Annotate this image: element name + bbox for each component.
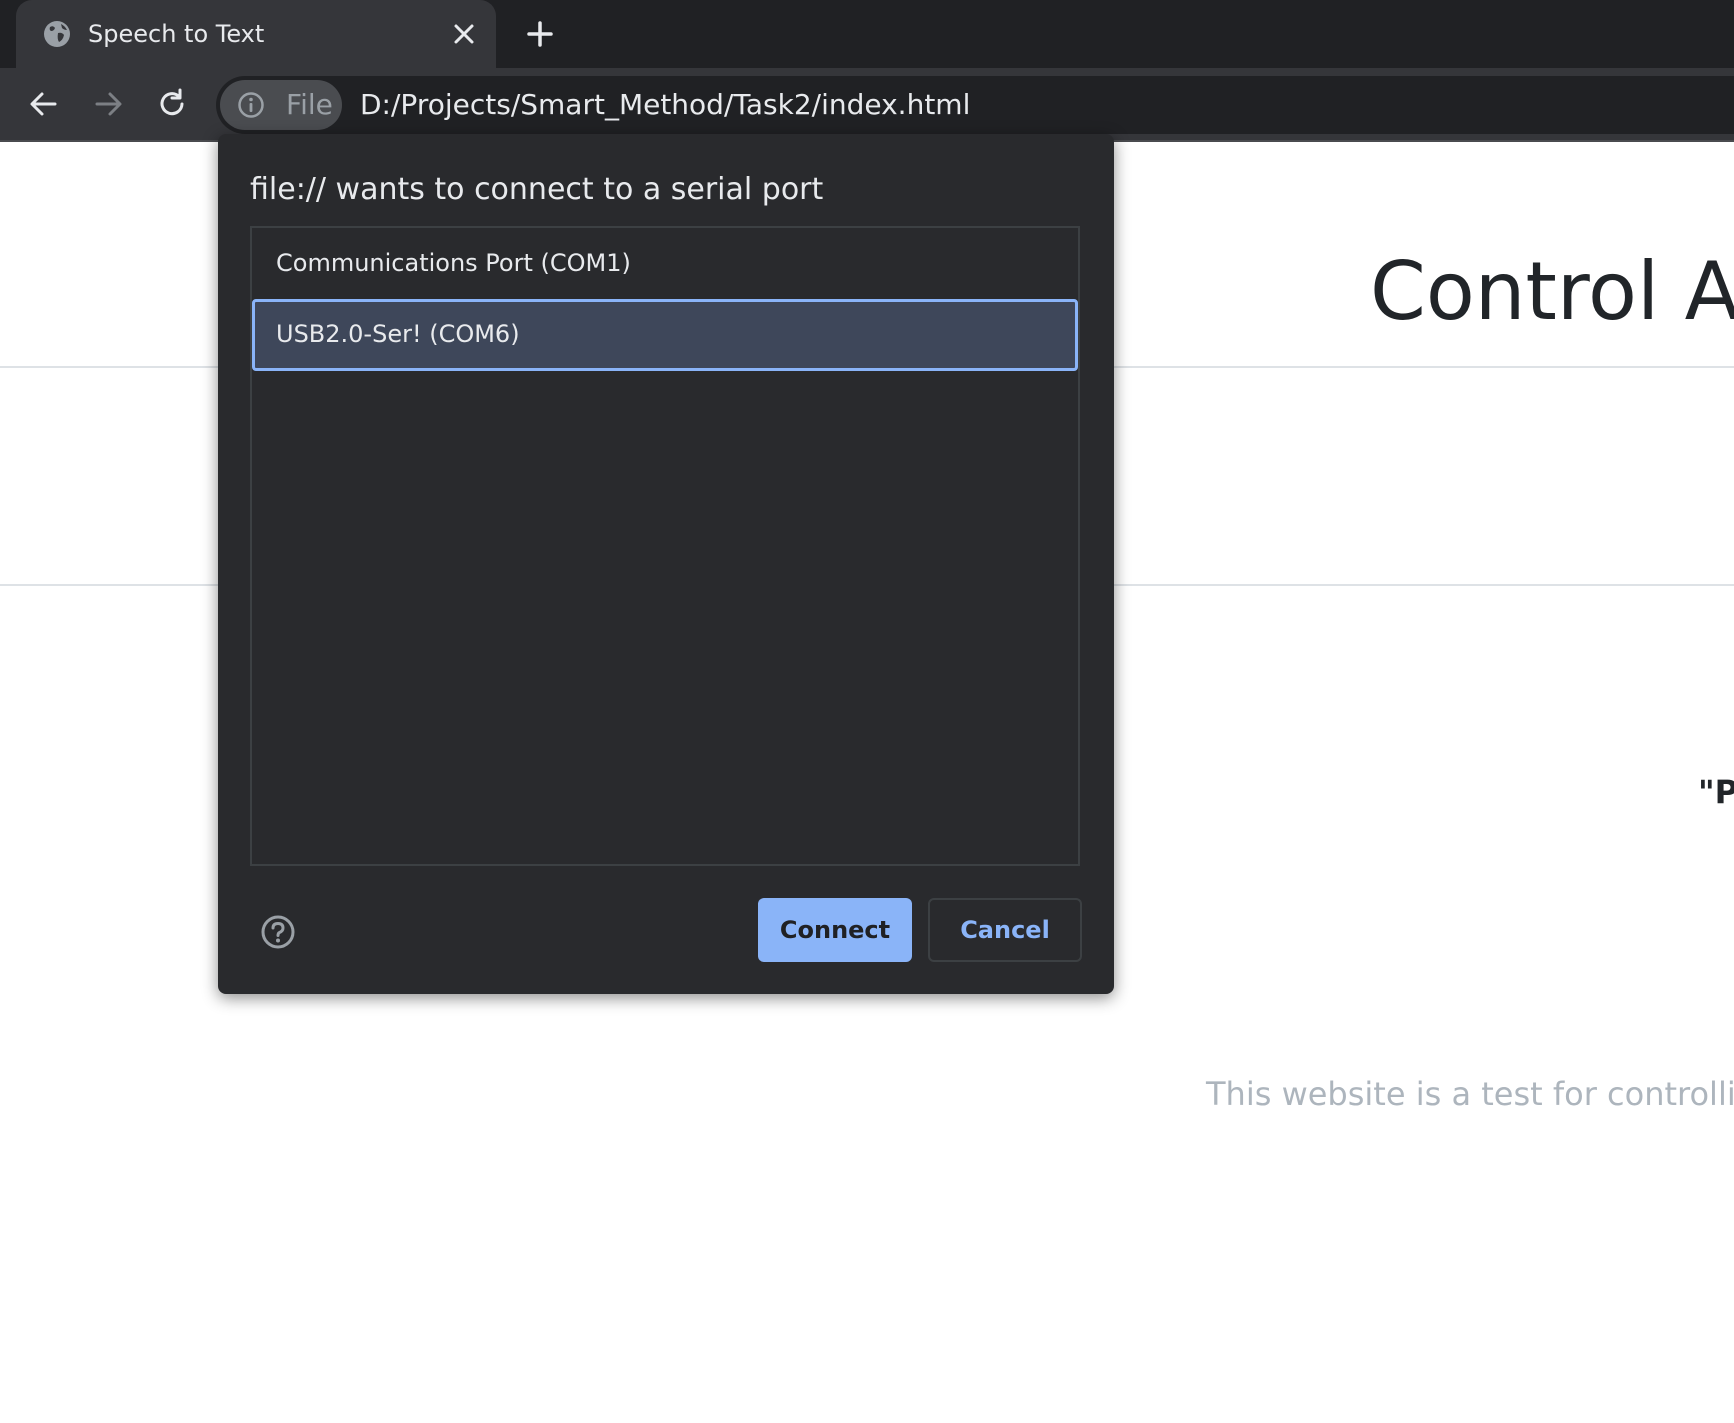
browser-tab[interactable]: Speech to Text	[16, 0, 496, 68]
port-item-com1[interactable]: Communications Port (COM1)	[252, 228, 1078, 300]
footer-text: This website is a test for controlling A	[1206, 1075, 1734, 1113]
tab-strip: Speech to Text	[0, 0, 1734, 68]
dialog-title: file:// wants to connect to a serial por…	[250, 172, 824, 207]
globe-icon	[42, 19, 72, 49]
port-list[interactable]: Communications Port (COM1) USB2.0-Ser! (…	[250, 226, 1080, 866]
cancel-button[interactable]: Cancel	[928, 898, 1082, 962]
serial-port-dialog: file:// wants to connect to a serial por…	[218, 134, 1114, 994]
tab-title: Speech to Text	[88, 20, 265, 48]
port-item-label: USB2.0-Ser! (COM6)	[276, 320, 520, 348]
help-circle-icon[interactable]	[260, 914, 296, 950]
site-chip-label: File	[286, 88, 333, 121]
arrow-left-icon[interactable]	[24, 84, 64, 124]
address-bar[interactable]: File D:/Projects/Smart_Method/Task2/inde…	[216, 76, 1734, 134]
url-text[interactable]: D:/Projects/Smart_Method/Task2/index.htm…	[360, 88, 970, 122]
page-title: Control Ar	[1370, 245, 1734, 338]
reload-icon[interactable]	[152, 84, 192, 124]
browser-toolbar: File D:/Projects/Smart_Method/Task2/inde…	[0, 68, 1734, 142]
connect-button[interactable]: Connect	[758, 898, 912, 962]
arrow-right-icon[interactable]	[88, 84, 128, 124]
port-item-label: Communications Port (COM1)	[276, 249, 631, 277]
site-info-chip[interactable]: File	[220, 80, 342, 130]
info-icon	[237, 91, 265, 119]
port-item-com6-selected[interactable]: USB2.0-Ser! (COM6)	[252, 299, 1078, 371]
close-icon[interactable]	[450, 20, 478, 48]
quote-text: "P	[1698, 773, 1734, 811]
plus-icon[interactable]	[524, 18, 556, 50]
